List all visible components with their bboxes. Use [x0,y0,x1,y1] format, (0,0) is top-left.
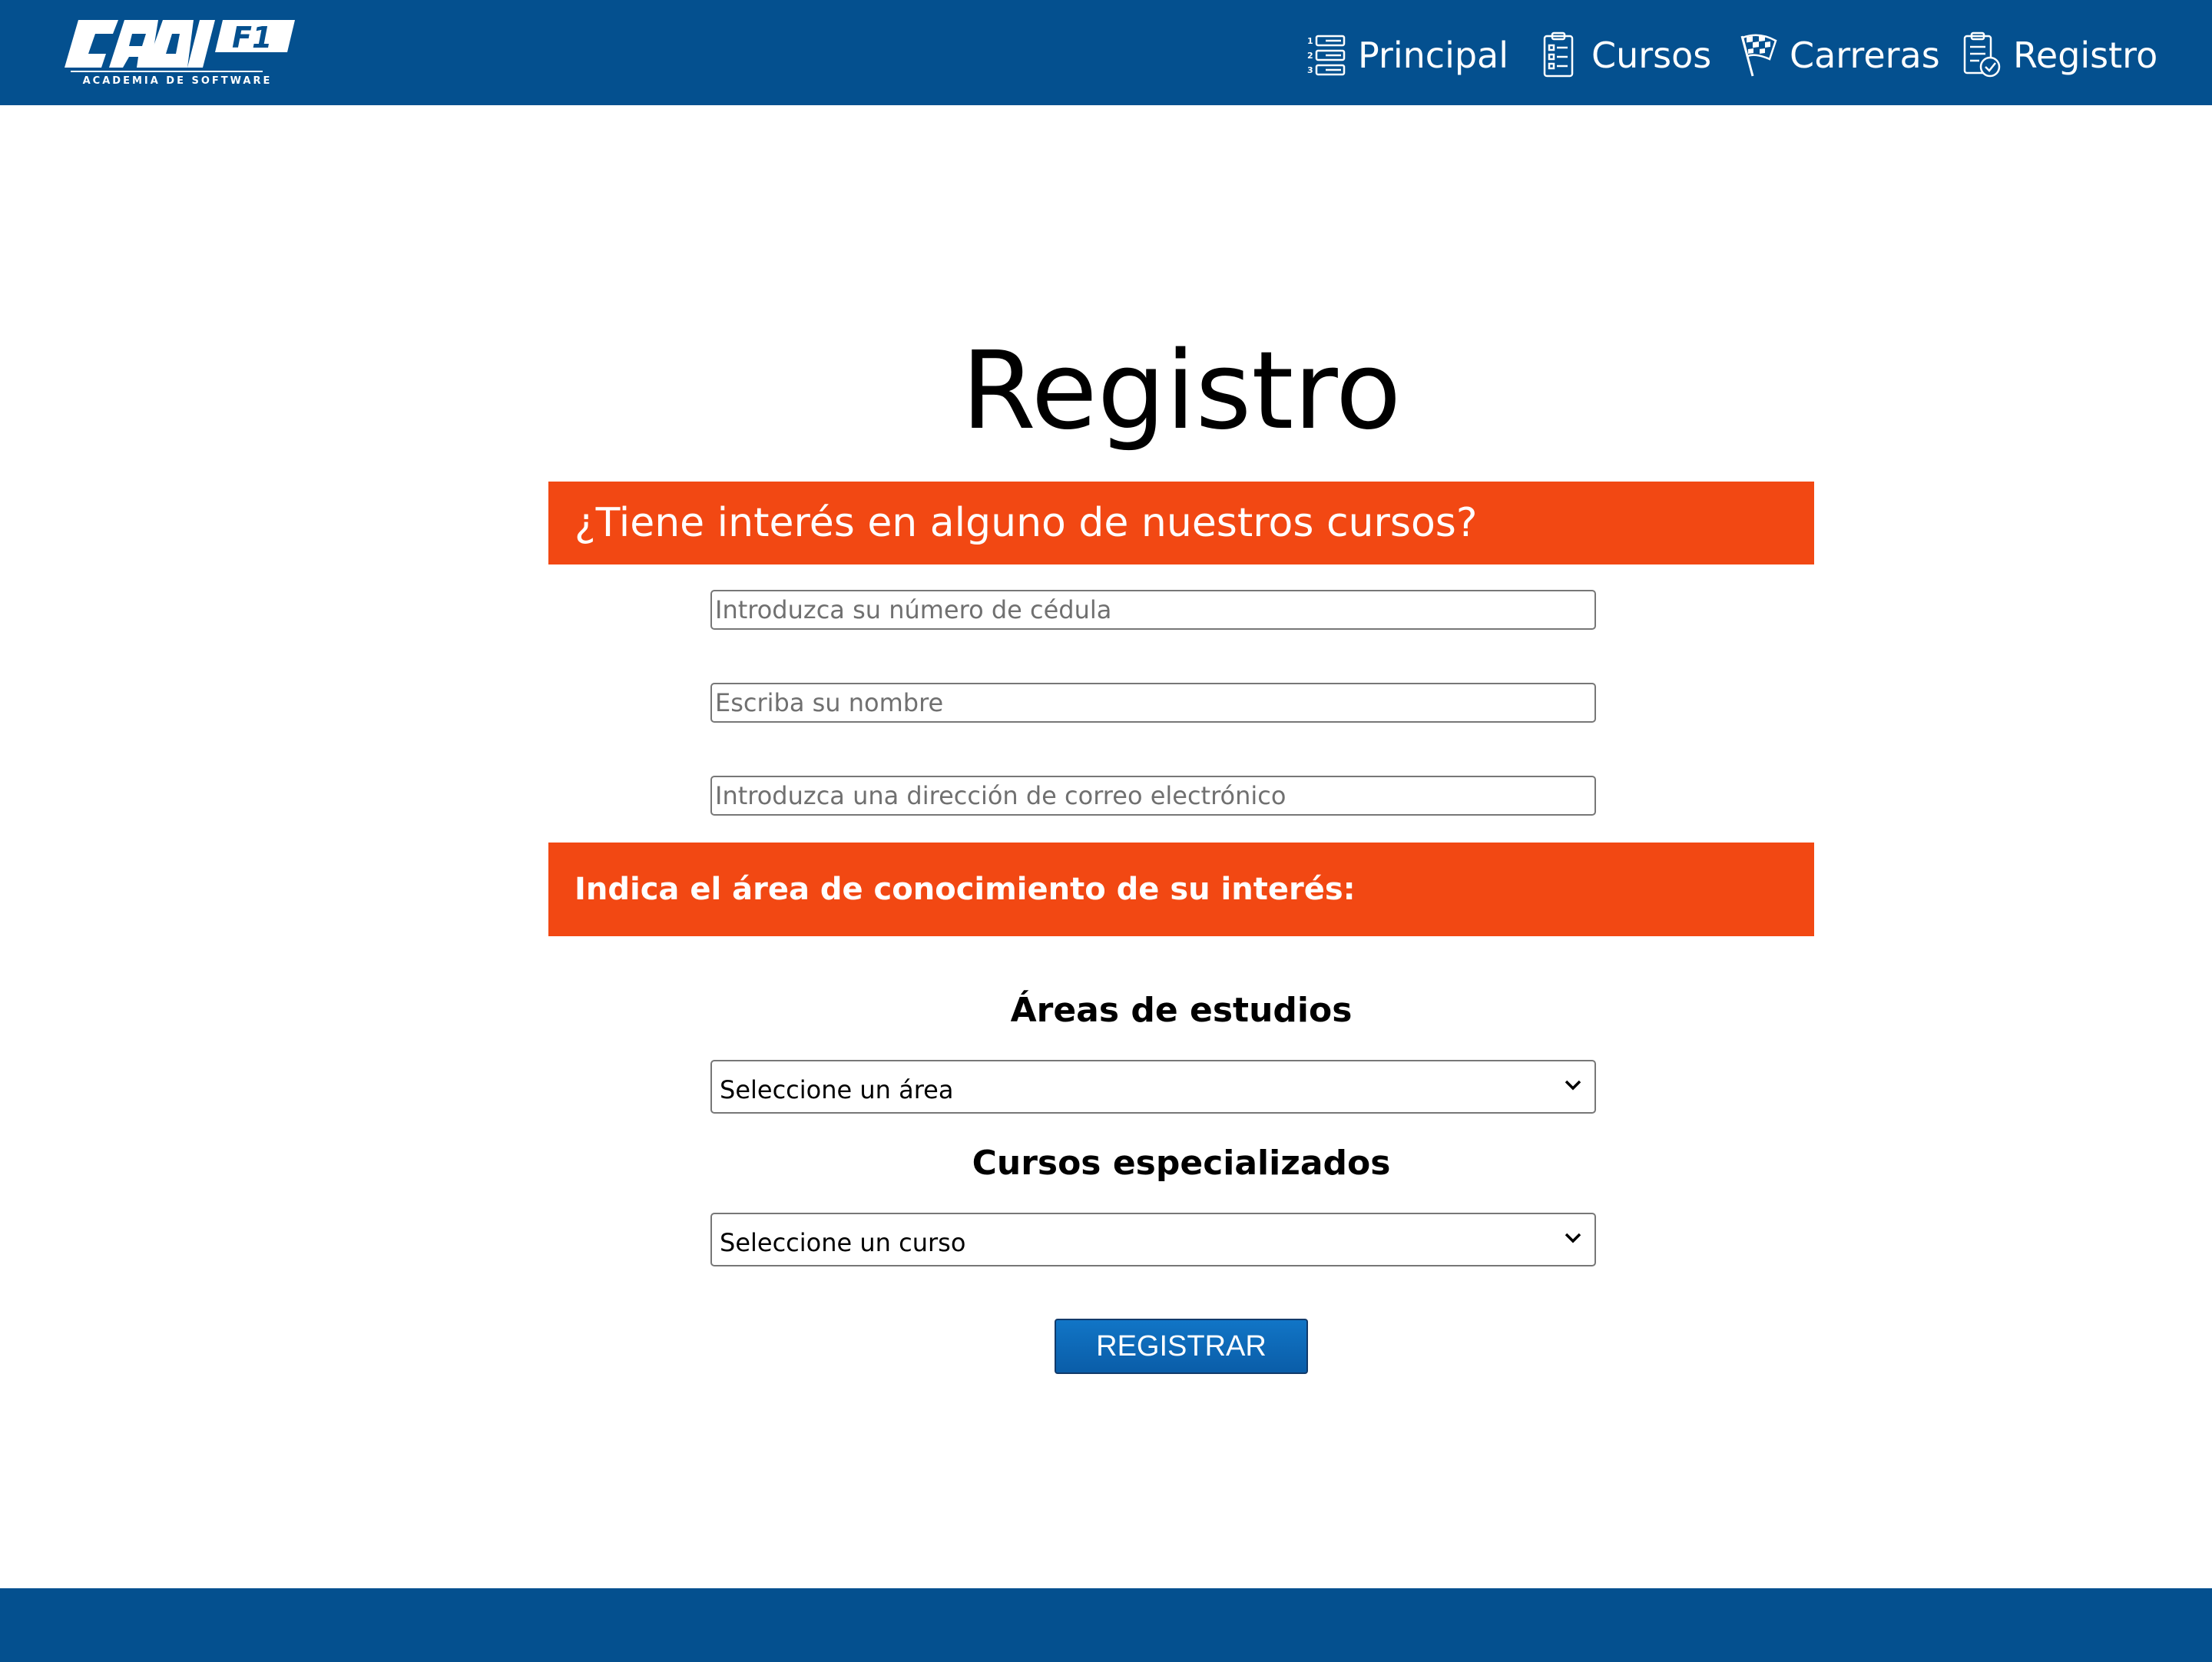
clipboard-checklist-icon [1543,31,1574,78]
area-select-value: Seleccione un área [720,1075,954,1104]
email-input[interactable] [710,776,1596,816]
curso-select-value: Seleccione un curso [720,1228,966,1257]
checkered-flag-icon [1740,34,1777,77]
curso-select[interactable]: Seleccione un curso [710,1213,1596,1266]
area-banner: Indica el área de conocimiento de su int… [548,843,1814,936]
chevron-down-icon [1565,1080,1581,1091]
svg-text:F1: F1 [232,21,272,55]
nav-label-carreras: Carreras [1790,35,1940,76]
registrar-button[interactable]: REGISTRAR [1055,1319,1308,1374]
nav-item-registro[interactable]: Registro [1961,28,2157,83]
svg-text:3: 3 [1307,65,1313,75]
area-select[interactable]: Seleccione un área [710,1060,1596,1114]
nav-label-principal: Principal [1358,35,1509,76]
cadif1-logo[interactable]: F1 ACADEMIA DE SOFTWARE [65,17,295,91]
interest-banner: ¿Tiene interés en alguno de nuestros cur… [548,482,1814,564]
cursos-label: Cursos especializados [972,1144,1391,1183]
nombre-input[interactable] [710,683,1596,723]
nav-label-registro: Registro [2013,35,2158,76]
nav-label-cursos: Cursos [1591,35,1712,76]
footer-bar [0,1588,2212,1662]
nav-item-cursos[interactable]: Cursos [1539,28,1711,83]
page-title: Registro [961,329,1402,454]
logo-tagline: ACADEMIA DE SOFTWARE [82,75,273,87]
svg-text:2: 2 [1307,51,1313,61]
cedula-input[interactable] [710,590,1596,630]
clipboard-check-icon [1963,31,2001,78]
top-navbar: F1 ACADEMIA DE SOFTWARE 1 2 3 Principal Cu… [0,0,2212,105]
nav-item-principal[interactable]: 1 2 3 Principal [1306,28,1508,83]
chevron-down-icon [1565,1233,1581,1243]
areas-label: Áreas de estudios [1010,991,1353,1030]
svg-text:1: 1 [1307,36,1313,46]
numbered-list-icon: 1 2 3 [1307,35,1346,76]
nav-item-carreras[interactable]: Carreras [1737,28,1940,83]
